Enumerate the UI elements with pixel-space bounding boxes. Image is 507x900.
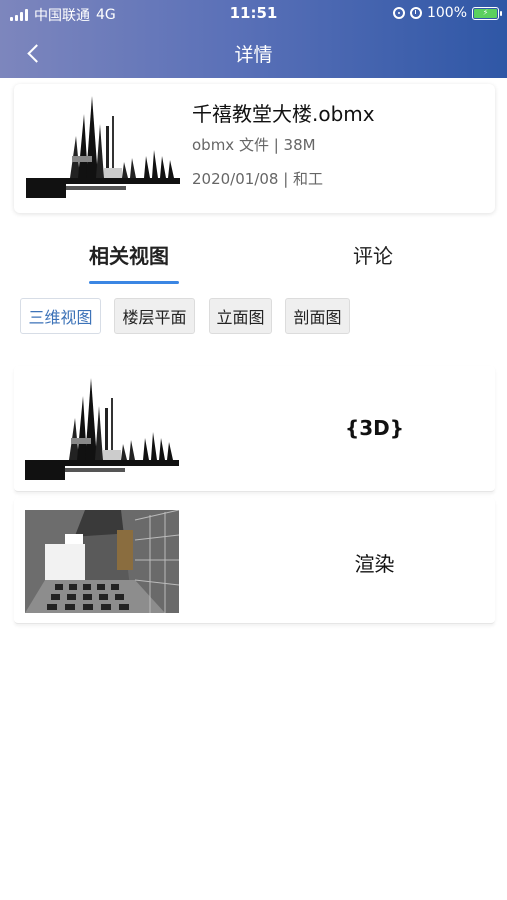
file-meta: obmx 文件 | 38M	[192, 136, 316, 154]
render-thumbnail	[25, 510, 179, 613]
battery-icon: ⚡	[472, 6, 502, 20]
alarm-icon	[409, 7, 422, 19]
filter-section[interactable]: 剖面图	[285, 298, 350, 334]
list-item[interactable]: 渲染	[14, 498, 495, 624]
status-bar: 中国联通 4G 11:51 100% ⚡	[0, 0, 507, 28]
battery-percent: 100%	[426, 5, 467, 21]
page-title: 详情	[234, 44, 273, 66]
tab-active-indicator	[89, 281, 179, 284]
rotation-lock-icon	[392, 7, 405, 19]
file-date-author: 2020/01/08 | 和工	[192, 170, 324, 188]
file-info-card[interactable]: 千禧教堂大楼.obmx obmx 文件 | 38M 2020/01/08 | 和…	[14, 84, 495, 213]
view-label: 渲染	[354, 552, 395, 576]
tab-comments[interactable]: 评论	[353, 240, 393, 269]
list-item[interactable]: {3D}	[14, 366, 495, 492]
filter-floor-plan[interactable]: 楼层平面	[114, 298, 195, 334]
tab-bar: 相关视图 评论	[0, 226, 507, 286]
tab-related-views[interactable]: 相关视图	[89, 240, 169, 269]
view-label: {3D}	[345, 416, 404, 440]
navigation-bar: 详情	[0, 28, 507, 78]
building-thumbnail	[26, 96, 180, 200]
filter-3d-view[interactable]: 三维视图	[20, 298, 101, 334]
file-name: 千禧教堂大楼.obmx	[192, 102, 375, 126]
header-background: 中国联通 4G 11:51 100% ⚡ 详情	[0, 0, 507, 78]
filter-elevation[interactable]: 立面图	[209, 298, 272, 334]
3d-view-thumbnail	[25, 378, 179, 481]
status-right: 100% ⚡	[392, 5, 502, 21]
